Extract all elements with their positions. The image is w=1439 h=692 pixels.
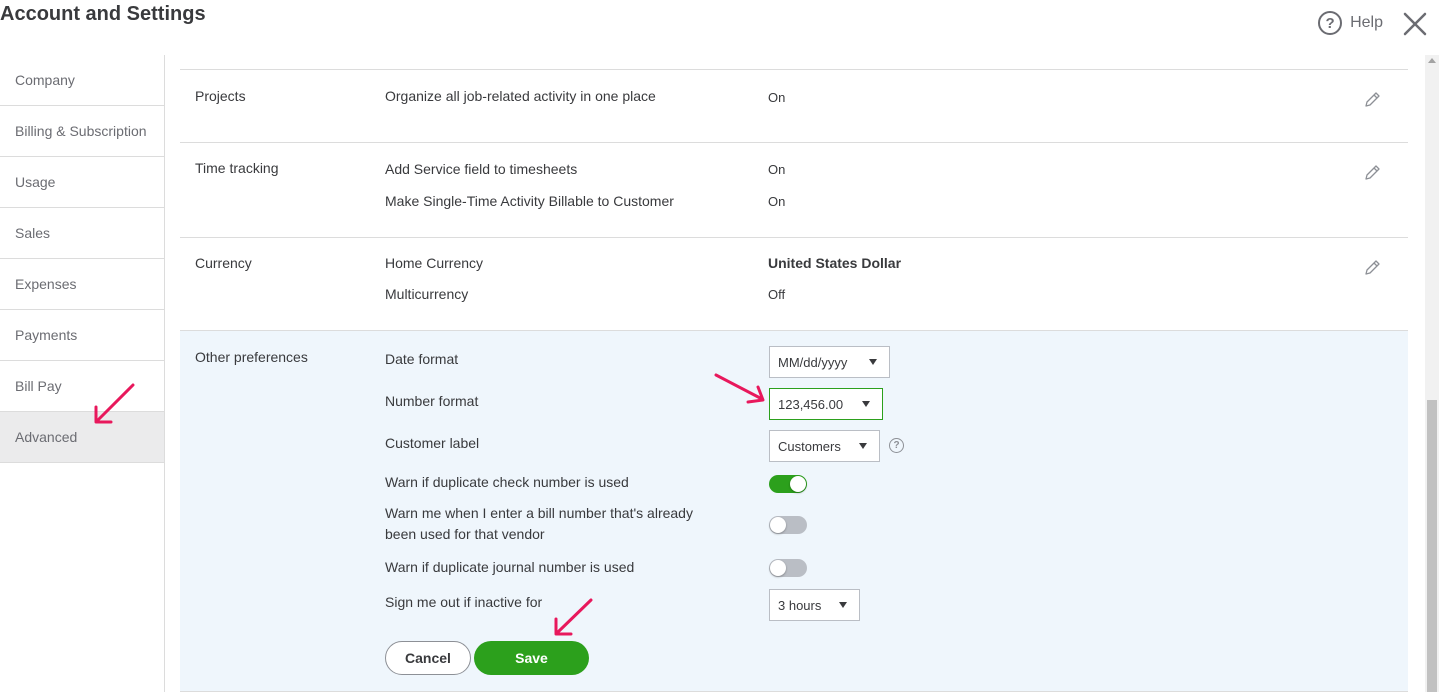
section-title: Projects (195, 88, 246, 104)
account-settings-page: Account and Settings ? Help Company Bill… (0, 0, 1439, 692)
sidebar-item-usage[interactable]: Usage (0, 157, 164, 208)
sign-out-select[interactable]: 3 hours (769, 589, 860, 621)
section-title: Time tracking (195, 160, 279, 176)
page-title: Account and Settings (0, 3, 206, 25)
setting-label: Make Single-Time Activity Billable to Cu… (385, 193, 674, 209)
caret-down-icon (862, 401, 870, 407)
setting-label: Organize all job-related activity in one… (385, 88, 656, 104)
scroll-up-arrow-icon[interactable] (1428, 58, 1436, 63)
warn-check-toggle[interactable] (769, 475, 807, 493)
previous-section-edge (180, 55, 1408, 70)
number-format-value: 123,456.00 (778, 396, 844, 412)
pencil-icon[interactable] (1362, 258, 1382, 278)
date-format-label: Date format (385, 351, 459, 367)
setting-value: United States Dollar (768, 255, 902, 271)
warn-journal-label: Warn if duplicate journal number is used (385, 559, 635, 575)
setting-label: Multicurrency (385, 286, 469, 302)
caret-down-icon (839, 602, 847, 608)
sidebar-item-sales[interactable]: Sales (0, 208, 164, 259)
sidebar-item-label: Company (15, 72, 75, 88)
number-format-select[interactable]: 123,456.00 (769, 388, 883, 420)
help-button[interactable]: ? Help (1318, 11, 1383, 35)
sidebar-item-label: Sales (15, 225, 51, 241)
sign-out-label: Sign me out if inactive for (385, 594, 543, 610)
currency-section[interactable]: Currency Home Currency United States Dol… (180, 238, 1408, 331)
sidebar-item-company[interactable]: Company (0, 55, 164, 106)
warn-bill-toggle[interactable] (769, 516, 807, 534)
scrollbar[interactable] (1425, 55, 1439, 692)
date-format-select[interactable]: MM/dd/yyyy (769, 346, 890, 378)
cancel-button[interactable]: Cancel (385, 641, 471, 675)
customer-label-value: Customers (778, 438, 841, 454)
sidebar-item-billing-subscription[interactable]: Billing & Subscription (0, 106, 164, 157)
warn-check-label: Warn if duplicate check number is used (385, 474, 629, 490)
pencil-icon[interactable] (1362, 90, 1382, 110)
sidebar-item-label: Expenses (15, 276, 77, 292)
close-icon[interactable] (1401, 10, 1429, 38)
warn-journal-toggle[interactable] (769, 559, 807, 577)
sidebar-item-bill-pay[interactable]: Bill Pay (0, 361, 164, 412)
sidebar-item-label: Payments (15, 327, 78, 343)
setting-label: Home Currency (385, 255, 484, 271)
help-circle-icon: ? (1318, 11, 1343, 35)
date-format-value: MM/dd/yyyy (778, 354, 848, 370)
section-title: Currency (195, 255, 252, 271)
section-title: Other preferences (195, 349, 308, 365)
setting-label: Add Service field to timesheets (385, 161, 578, 177)
caret-down-icon (869, 359, 877, 365)
toggle-knob (770, 517, 786, 533)
scroll-thumb[interactable] (1427, 400, 1437, 692)
sidebar-item-payments[interactable]: Payments (0, 310, 164, 361)
sidebar-item-label: Usage (15, 174, 56, 190)
setting-value: On (768, 162, 786, 177)
number-format-label: Number format (385, 393, 479, 409)
sidebar-item-label: Bill Pay (15, 378, 62, 394)
pencil-icon[interactable] (1362, 163, 1382, 183)
customer-label-label: Customer label (385, 435, 480, 451)
setting-value: Off (768, 287, 786, 302)
help-label: Help (1350, 14, 1383, 31)
settings-sidebar: Company Billing & Subscription Usage Sal… (0, 55, 165, 692)
question-mark-icon[interactable]: ? (889, 438, 904, 453)
sidebar-item-advanced[interactable]: Advanced (0, 412, 164, 463)
setting-value: On (768, 90, 786, 105)
sign-out-value: 3 hours (778, 597, 822, 613)
sidebar-item-expenses[interactable]: Expenses (0, 259, 164, 310)
caret-down-icon (859, 443, 867, 449)
customer-label-select[interactable]: Customers (769, 430, 880, 462)
projects-section[interactable]: Projects Organize all job-related activi… (180, 70, 1408, 143)
time-tracking-section[interactable]: Time tracking Add Service field to times… (180, 143, 1408, 238)
settings-content: Projects Organize all job-related activi… (180, 55, 1408, 692)
warn-bill-label: Warn me when I enter a bill number that'… (385, 505, 693, 542)
other-preferences-section: Other preferences Date format MM/dd/yyyy… (180, 331, 1408, 692)
setting-value: On (768, 194, 786, 209)
save-button[interactable]: Save (474, 641, 589, 675)
sidebar-item-label: Advanced (15, 429, 78, 445)
toggle-knob (770, 560, 786, 576)
sidebar-item-label: Billing & Subscription (15, 123, 147, 139)
toggle-knob (790, 476, 806, 492)
